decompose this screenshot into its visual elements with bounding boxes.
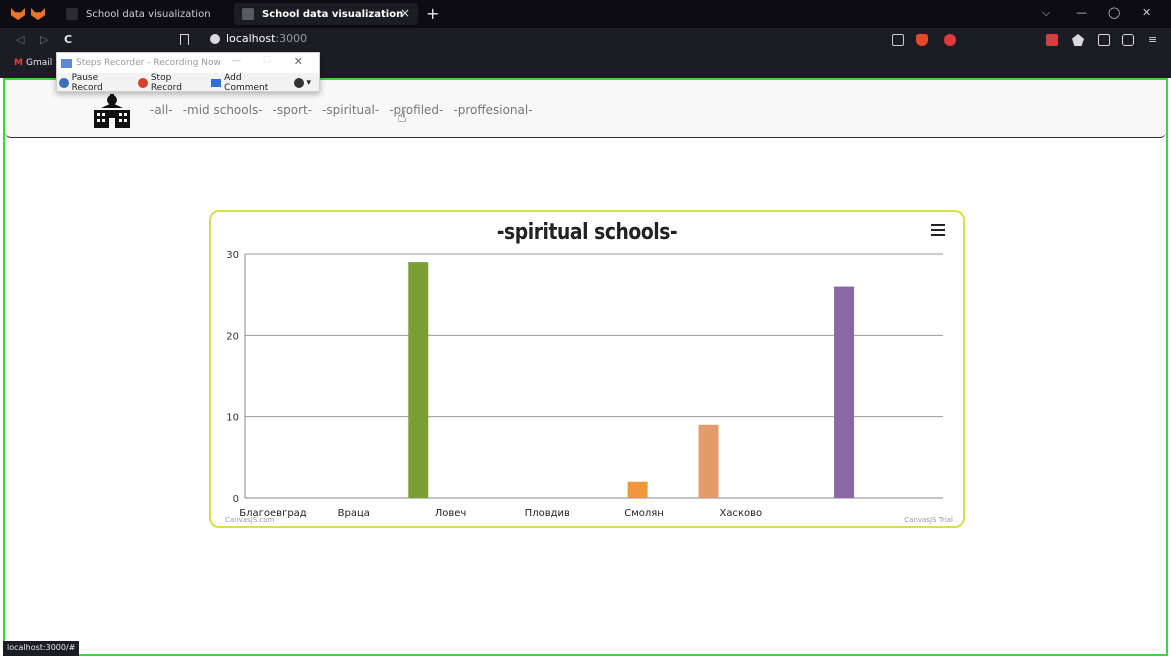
puzzle-icon[interactable] bbox=[1072, 34, 1084, 46]
address-bar: ◁ ▷ C localhost :3000 ≡ bbox=[0, 28, 1171, 52]
bar bbox=[408, 262, 429, 498]
new-tab-button[interactable]: + bbox=[426, 4, 439, 23]
help-button[interactable]: ▾ bbox=[294, 77, 311, 88]
stop-record-button[interactable]: Stop Record bbox=[138, 73, 203, 93]
minimize-icon[interactable]: — bbox=[1076, 6, 1087, 19]
recorder-title-bar: Steps Recorder - Recording Now — ☐ ✕ bbox=[57, 53, 319, 73]
x-tick-label: Враца bbox=[338, 508, 370, 519]
recorder-toolbar: Pause Record Stop Record Add Comment ▾ bbox=[57, 73, 319, 93]
forward-icon[interactable]: ▷ bbox=[40, 33, 48, 46]
recorder-close-icon[interactable]: ✕ bbox=[294, 55, 303, 68]
bar bbox=[834, 286, 855, 498]
bookmark-icon[interactable] bbox=[180, 34, 189, 45]
help-icon bbox=[294, 77, 305, 88]
x-tick-label: Смолян bbox=[624, 508, 664, 519]
url-port: :3000 bbox=[275, 32, 308, 45]
x-tick-label: Ловеч bbox=[435, 508, 467, 519]
tab-label: School data visualization bbox=[262, 8, 404, 20]
share-icon[interactable] bbox=[892, 34, 904, 46]
tab-school-data-active[interactable]: School data visualization × bbox=[234, 3, 418, 25]
bar bbox=[627, 481, 648, 498]
nav-link-all[interactable]: -all- bbox=[150, 103, 173, 117]
close-tab-icon[interactable]: × bbox=[400, 6, 410, 20]
nav-link-proffesional[interactable]: -proffesional- bbox=[453, 103, 532, 117]
url-host: localhost bbox=[226, 32, 276, 45]
nav-links: -all- -mid schools- -sport- -spiritual- … bbox=[150, 103, 543, 117]
browser-tab-bar: School data visualization School data vi… bbox=[0, 0, 1171, 28]
sidebar-icon[interactable] bbox=[1098, 34, 1110, 46]
credit-left: CanvasJS.com bbox=[225, 516, 275, 524]
pause-icon bbox=[59, 77, 69, 88]
url-field[interactable]: localhost :3000 bbox=[210, 32, 307, 45]
recorder-app-icon bbox=[61, 58, 72, 68]
wallet-icon[interactable] bbox=[1122, 34, 1134, 46]
comment-icon bbox=[211, 78, 222, 87]
status-bar-url: localhost:3000/# bbox=[3, 641, 80, 656]
y-tick-label: 10 bbox=[226, 413, 239, 424]
menu-icon[interactable]: ≡ bbox=[1148, 33, 1157, 46]
add-comment-label: Add Comment bbox=[224, 72, 269, 93]
page-viewport: -all- -mid schools- -sport- -spiritual- … bbox=[3, 78, 1168, 656]
nav-link-spiritual[interactable]: -spiritual- bbox=[322, 103, 379, 117]
chart-title: -spiritual schools- bbox=[496, 220, 678, 245]
site-info-icon[interactable] bbox=[210, 33, 220, 44]
chart-card: 0 10 20 30 Благоевград Враца Ловеч Пловдив Смоля… bbox=[209, 210, 965, 528]
bar-chart: 0102030Благоевград Враца Ловеч Пловдив Смоля… bbox=[225, 250, 953, 524]
recorder-minimize-icon[interactable]: — bbox=[232, 56, 241, 66]
extension-icon[interactable] bbox=[1046, 34, 1058, 46]
bookmark-gmail[interactable]: M Gmail bbox=[14, 58, 52, 68]
stop-icon bbox=[138, 77, 148, 88]
favicon-icon bbox=[242, 8, 254, 20]
rewards-icon[interactable] bbox=[944, 34, 956, 46]
add-comment-button[interactable]: Add Comment bbox=[211, 73, 286, 93]
y-tick-label: 0 bbox=[233, 494, 239, 505]
brave-shield-icon[interactable] bbox=[916, 34, 928, 46]
hand-cursor-icon: ☝ bbox=[397, 107, 407, 126]
nav-link-sport[interactable]: -sport- bbox=[273, 103, 313, 117]
tab-list-icon[interactable]: ⌵ bbox=[1042, 6, 1050, 20]
favicon-icon bbox=[66, 8, 78, 20]
stop-record-label: Stop Record bbox=[150, 72, 182, 93]
back-icon[interactable]: ◁ bbox=[16, 33, 24, 46]
steps-recorder-window: Steps Recorder - Recording Now — ☐ ✕ Pau… bbox=[56, 52, 320, 93]
close-window-icon[interactable]: ✕ bbox=[1142, 6, 1151, 19]
recorder-maximize-icon[interactable]: ☐ bbox=[263, 56, 271, 66]
pause-record-button[interactable]: Pause Record bbox=[59, 73, 130, 93]
gmail-icon: M bbox=[14, 58, 23, 68]
chart-menu-icon[interactable] bbox=[931, 224, 945, 236]
credit-right: CanvasJS Trial bbox=[904, 516, 953, 524]
y-tick-label: 30 bbox=[226, 250, 239, 261]
x-tick-label: Хасково bbox=[719, 508, 762, 519]
tab-label: School data visualization bbox=[86, 8, 211, 20]
gitlab-icon[interactable] bbox=[31, 8, 45, 20]
pause-record-label: Pause Record bbox=[71, 72, 103, 93]
maximize-icon[interactable]: ◯ bbox=[1108, 6, 1120, 19]
y-tick-label: 20 bbox=[226, 331, 239, 342]
browser-logo-icon bbox=[11, 8, 25, 20]
nav-link-mid-schools[interactable]: -mid schools- bbox=[183, 103, 263, 117]
recorder-title: Steps Recorder - Recording Now bbox=[76, 58, 221, 68]
screen: School data visualization School data vi… bbox=[0, 0, 1171, 658]
reload-icon[interactable]: C bbox=[64, 33, 72, 46]
bar bbox=[698, 424, 719, 498]
x-tick-label: Пловдив bbox=[525, 508, 570, 519]
bookmark-gmail-label: Gmail bbox=[25, 58, 53, 68]
school-icon[interactable] bbox=[93, 94, 131, 128]
tab-school-data-1[interactable]: School data visualization bbox=[58, 3, 228, 25]
